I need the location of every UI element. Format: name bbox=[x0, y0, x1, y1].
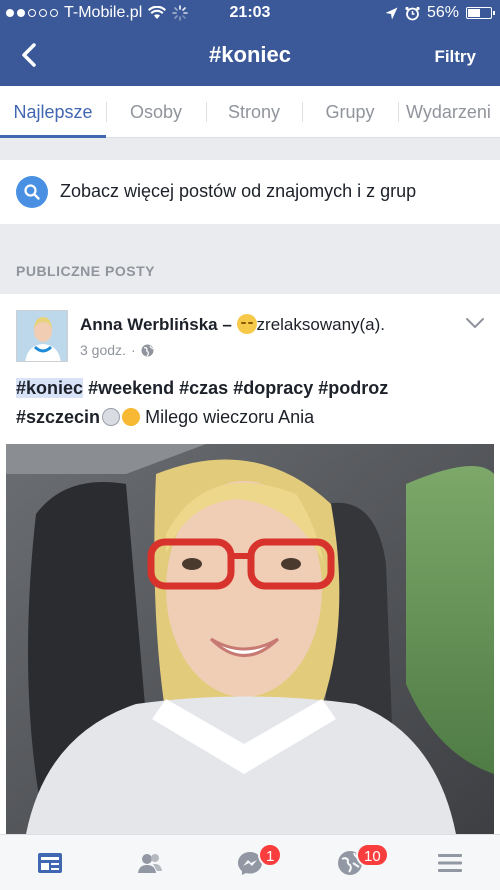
globe-icon bbox=[141, 344, 154, 356]
avatar[interactable] bbox=[16, 310, 68, 362]
search-tabs: Najlepsze Osoby Strony Grupy Wydarzeni bbox=[0, 86, 500, 138]
status-bar: T-Mobile.pl 21:03 56% bbox=[0, 0, 500, 28]
page-title: #koniec bbox=[209, 42, 291, 67]
suggestion-label: Zobacz więcej postów od znajomych i z gr… bbox=[60, 181, 417, 201]
search-icon bbox=[16, 176, 48, 208]
post-photo[interactable] bbox=[6, 444, 494, 834]
status-right: 56% bbox=[385, 4, 495, 22]
hashtag-link[interactable]: #weekend bbox=[88, 378, 174, 398]
hashtag-link[interactable]: #podroz bbox=[318, 378, 388, 398]
tab-people[interactable]: Osoby bbox=[106, 86, 206, 138]
post-card: Anna Werblińska – zrelaksowany(a). 3 god… bbox=[0, 294, 500, 834]
nav-bar: #koniec Filtry bbox=[0, 30, 500, 84]
author-name[interactable]: Anna Werblińska bbox=[80, 315, 218, 334]
post-message: Milego wieczoru Ania bbox=[145, 407, 315, 427]
filter-button[interactable]: Filtry bbox=[434, 47, 476, 67]
feeling-separator: – bbox=[217, 315, 237, 334]
notifications-badge: 10 bbox=[356, 843, 389, 867]
hashtag-link[interactable]: #czas bbox=[179, 378, 228, 398]
bottom-tab-bar: 1 10 bbox=[0, 834, 500, 890]
messages-badge: 1 bbox=[258, 843, 283, 867]
relaxed-emoji-icon bbox=[236, 314, 257, 334]
friends-groups-suggestion[interactable]: Zobacz więcej postów od znajomych i z gr… bbox=[0, 160, 500, 224]
top-bar: T-Mobile.pl 21:03 56% #koniec Filtry bbox=[0, 0, 500, 86]
meta-dot: · bbox=[130, 342, 136, 358]
alarm-icon bbox=[405, 6, 420, 20]
screen: T-Mobile.pl 21:03 56% #koniec Filtry Naj… bbox=[0, 0, 500, 890]
hashtag-link[interactable]: #dopracy bbox=[233, 378, 313, 398]
friends-icon bbox=[138, 854, 162, 873]
tab-top[interactable]: Najlepsze bbox=[0, 86, 106, 138]
friend-requests-tab[interactable] bbox=[100, 835, 200, 890]
battery-icon bbox=[466, 7, 495, 19]
volleyball-emoji-icon bbox=[102, 408, 121, 426]
tab-pages[interactable]: Strony bbox=[206, 86, 302, 138]
post-text: #koniec #weekend #czas #dopracy #podroz … bbox=[16, 374, 486, 432]
location-arrow-icon bbox=[385, 7, 398, 19]
battery-percent: 56% bbox=[426, 4, 459, 21]
news-feed-tab[interactable] bbox=[0, 835, 100, 890]
feeling-label: zrelaksowany(a). bbox=[256, 315, 386, 334]
post-header: Anna Werblińska – zrelaksowany(a). bbox=[80, 314, 385, 335]
hashtag-link[interactable]: #koniec bbox=[16, 378, 84, 398]
chevron-down-icon[interactable] bbox=[464, 316, 486, 330]
more-tab[interactable] bbox=[400, 835, 500, 890]
section-heading: PUBLICZNE POSTY bbox=[16, 263, 155, 279]
hashtag-link[interactable]: #szczecin bbox=[16, 407, 100, 427]
tab-groups[interactable]: Grupy bbox=[302, 86, 398, 138]
messenger-tab[interactable]: 1 bbox=[200, 835, 300, 890]
post-time[interactable]: 3 godz. bbox=[80, 342, 126, 358]
smiling-emoji-icon bbox=[122, 408, 141, 426]
post-meta: 3 godz. · bbox=[80, 342, 154, 358]
tab-events[interactable]: Wydarzeni bbox=[398, 86, 500, 138]
notifications-tab[interactable]: 10 bbox=[300, 835, 400, 890]
menu-icon bbox=[438, 854, 462, 872]
news-feed-icon bbox=[38, 853, 62, 873]
